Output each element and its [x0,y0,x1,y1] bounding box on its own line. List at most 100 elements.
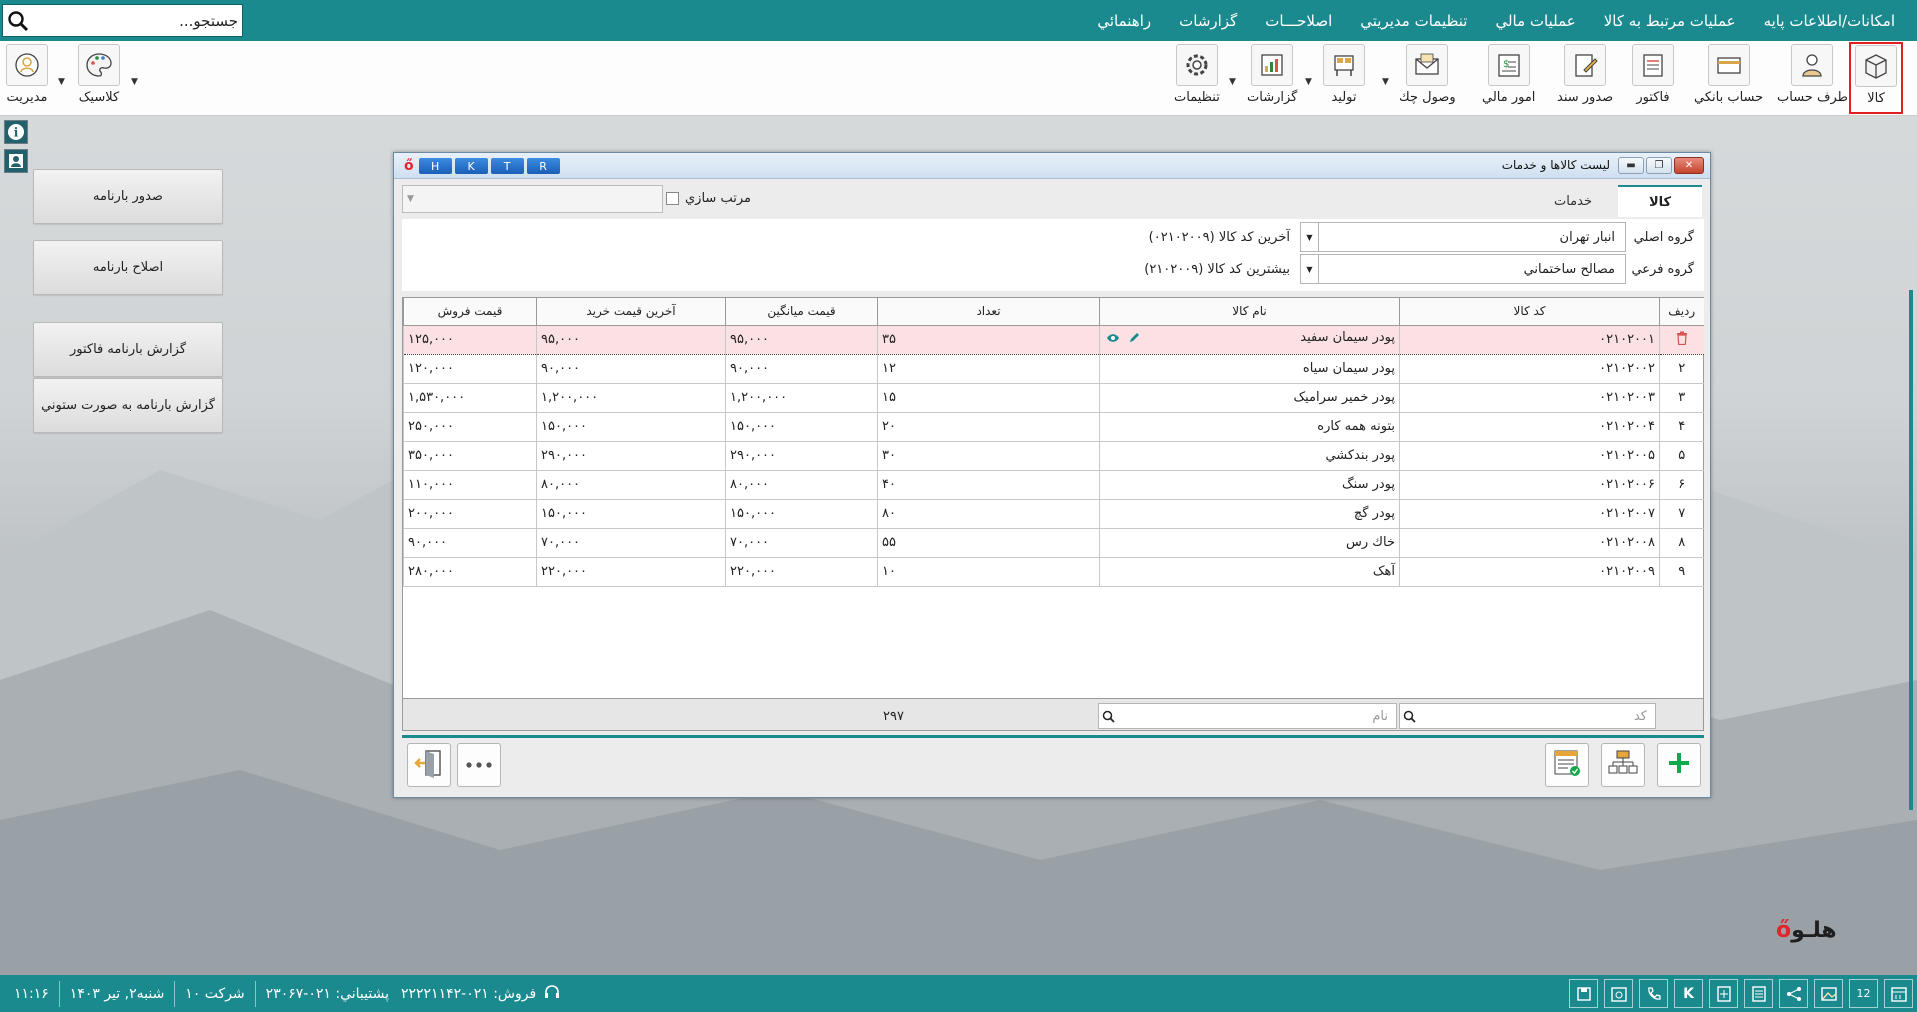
chevron-down-icon[interactable]: ▼ [131,77,138,87]
column-header[interactable]: ردیف [1659,298,1704,326]
calendar-day-icon[interactable]: 12 [1849,979,1878,1008]
search-icon[interactable] [1099,710,1117,723]
main-group-select[interactable]: انبار تهران ▼ [1300,222,1626,252]
hotkey-k[interactable]: K [454,158,488,174]
table-row[interactable]: ۳ ۰۲۱۰۲۰۰۳ پودر خمیر سرامیک ۱۵ ۱,۲۰۰,۰۰۰… [403,383,1704,413]
column-header[interactable]: کد کالا [1399,298,1660,326]
column-header[interactable]: نام کالا [1099,298,1400,326]
notes-icon[interactable] [1744,979,1773,1008]
toolbar-production-button[interactable]: تولید [1323,44,1365,112]
toolbar-finance-button[interactable]: $ امور مالي [1482,44,1535,112]
image-gallery-icon[interactable] [1814,979,1843,1008]
calculator-icon[interactable] [1709,979,1738,1008]
toolbar-classic-button[interactable]: کلاسیک [78,44,120,112]
toolbar-account-party-button[interactable]: طرف حساب [1777,44,1848,112]
menu-help[interactable]: راهنمائي [1083,12,1165,30]
minimize-icon[interactable]: ▬ [1618,157,1644,174]
share-icon[interactable] [1779,979,1808,1008]
toolbar-issue-document-button[interactable]: صدور سند [1557,44,1613,112]
cell-quantity: ۱۰ [877,557,1100,587]
more-options-button[interactable] [457,743,501,787]
issue-waybill-button[interactable]: صدور بارنامه [33,169,223,224]
status-company[interactable]: شرکت ۱۰ [185,986,244,1002]
name-filter-input[interactable] [1117,708,1396,724]
menu-management-settings[interactable]: تنظیمات مدیریتي [1346,12,1481,30]
search-icon[interactable] [1400,710,1418,723]
chevron-down-icon[interactable]: ▼ [1382,77,1389,87]
menu-reports[interactable]: گزارشات [1165,12,1251,30]
desktop-scroll-indicator[interactable] [1909,290,1913,810]
sub-group-select[interactable]: مصالح ساختماني ▼ [1300,254,1626,284]
exit-window-button[interactable] [407,743,451,787]
chevron-down-icon[interactable]: ▼ [58,77,65,87]
toolbar-invoice-button[interactable]: فاکتور [1632,44,1674,112]
waybill-invoice-report-button[interactable]: گزارش بارنامه فاکتور [33,322,223,377]
table-row[interactable]: ۶ ۰۲۱۰۲۰۰۶ پودر سنگ ۴۰ ۸۰,۰۰۰ ۸۰,۰۰۰ ۱۱۰… [403,470,1704,500]
toolbar-bank-account-button[interactable]: حساب بانکي [1694,44,1763,112]
table-row[interactable]: ۲ ۰۲۱۰۲۰۰۲ پودر سیمان سیاه ۱۲ ۹۰,۰۰۰ ۹۰,… [403,354,1704,384]
restore-icon[interactable]: ❐ [1646,157,1672,174]
global-search-input[interactable] [33,6,242,35]
column-header[interactable]: تعداد [877,298,1100,326]
keyboard-k-icon[interactable]: K [1674,979,1703,1008]
cell-code: ۰۲۱۰۲۰۰۷ [1399,499,1660,529]
column-header[interactable]: آخرین قیمت خرید [536,298,726,326]
hotkey-r[interactable]: R [526,158,560,174]
add-goods-button[interactable] [1657,743,1701,787]
schedule-icon[interactable] [1604,979,1633,1008]
waybill-column-report-button[interactable]: گزارش بارنامه به صورت ستوني [33,378,223,433]
toolbar-goods-button[interactable]: کالا [1849,42,1903,114]
toolbar-management-button[interactable]: مدیریت [6,44,48,112]
table-row[interactable]: ۸ ۰۲۱۰۲۰۰۸ خاك رس ۵۵ ۷۰,۰۰۰ ۷۰,۰۰۰ ۹۰,۰۰… [403,528,1704,558]
chevron-down-icon[interactable]: ▼ [1305,77,1312,87]
info-icon[interactable]: i [4,120,28,144]
phone-book-icon[interactable] [1639,979,1668,1008]
cell-code: ۰۲۱۰۲۰۰۹ [1399,557,1660,587]
toolbar-cheque-collect-button[interactable]: وصول چك [1399,44,1456,112]
toolbar-settings-button[interactable]: تنظیمات [1174,44,1220,112]
column-header[interactable]: قیمت میانگین [725,298,878,326]
main-toolbar: کالا طرف حساب حساب بانکي فاکتور صدور سند… [0,41,1917,116]
hotkey-t[interactable]: T [490,158,524,174]
table-row[interactable]: ۰۲۱۰۲۰۰۱ پودر سیمان سفید ۳۵ ۹۵,۰۰۰ ۹۵,۰۰… [403,324,1704,355]
headset-icon[interactable] [544,984,560,1004]
price-list-button[interactable] [1545,743,1589,787]
menu-goods-operations[interactable]: عملیات مرتبط به کالا [1590,12,1750,30]
cell-last-purchase: ۹۰,۰۰۰ [536,354,726,384]
menu-financial-operations[interactable]: عملیات مالي [1481,12,1589,30]
status-date: شنبه۲, تیر ۱۴۰۳ [69,985,165,1002]
eye-icon[interactable] [1106,332,1120,347]
sort-field-select[interactable]: ▼ [402,185,663,213]
menu-basic-info[interactable]: امکانات/اطلاعات پایه [1750,12,1917,30]
chevron-down-icon[interactable]: ▼ [1301,255,1319,283]
code-filter-input[interactable] [1418,708,1655,724]
chevron-down-icon[interactable]: ▼ [1229,77,1236,87]
tab-services[interactable]: خدمات [1528,185,1618,217]
group-tree-button[interactable] [1601,743,1645,787]
toolbar-label: فاکتور [1636,90,1670,105]
table-row[interactable]: ۷ ۰۲۱۰۲۰۰۷ پودر گچ ۸۰ ۱۵۰,۰۰۰ ۱۵۰,۰۰۰ ۲۰… [403,499,1704,529]
backup-icon[interactable] [1569,979,1598,1008]
pencil-icon[interactable] [1128,331,1141,348]
table-row[interactable]: ۴ ۰۲۱۰۲۰۰۴ بتونه همه کاره ۲۰ ۱۵۰,۰۰۰ ۱۵۰… [403,412,1704,442]
sort-checkbox[interactable] [666,192,679,205]
menu-corrections[interactable]: اصلاحـــات [1251,12,1346,30]
column-header[interactable]: قیمت فروش [403,298,537,326]
table-row[interactable]: ۵ ۰۲۱۰۲۰۰۵ پودر بندکشي ۳۰ ۲۹۰,۰۰۰ ۲۹۰,۰۰… [403,441,1704,471]
toolbar-reports-button[interactable]: گزارشات [1247,44,1297,112]
search-icon[interactable] [3,5,33,36]
edit-waybill-button[interactable]: اصلاح بارنامه [33,240,223,295]
window-titlebar[interactable]: لیست کالاها و خدمات ▬ ❐ ✕ ő H K T R [394,153,1710,179]
chevron-down-icon[interactable]: ▼ [1301,223,1319,251]
table-row[interactable]: ۹ ۰۲۱۰۲۰۰۹ آهک ۱۰ ۲۲۰,۰۰۰ ۲۲۰,۰۰۰ ۲۸۰,۰۰… [403,557,1704,587]
close-icon[interactable]: ✕ [1674,157,1704,174]
trash-icon[interactable] [1676,331,1688,349]
calendar-icon[interactable] [1884,979,1913,1008]
svg-text:$: $ [1503,59,1509,70]
contact-card-icon[interactable] [4,149,28,173]
toolbar-label: کالا [1867,91,1885,106]
tab-goods[interactable]: کالا [1618,185,1702,217]
cell-code: ۰۲۱۰۲۰۰۱ [1399,324,1660,355]
hotkey-h[interactable]: H [418,158,452,174]
cell-last-purchase: ۲۹۰,۰۰۰ [536,441,726,471]
